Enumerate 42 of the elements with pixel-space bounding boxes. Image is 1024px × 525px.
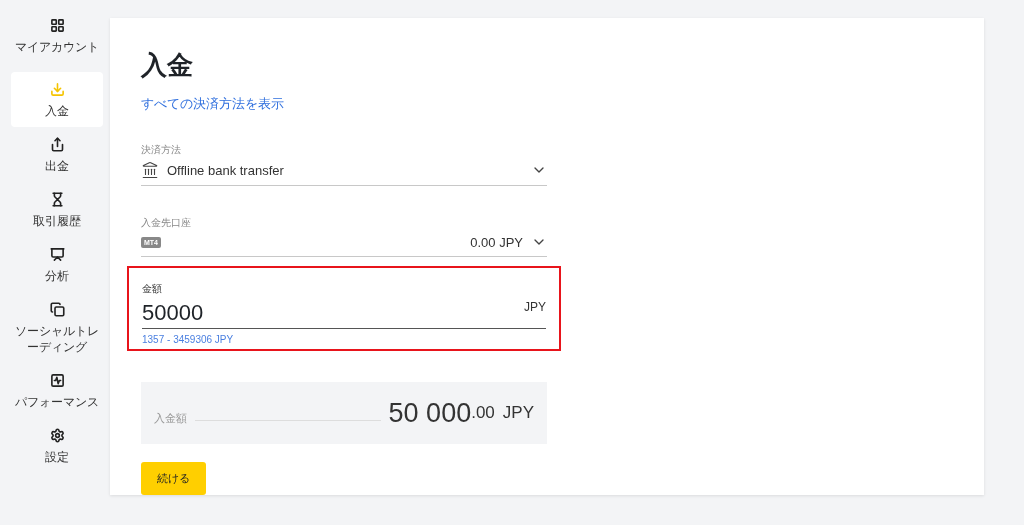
summary-currency: JPY	[502, 403, 534, 423]
field-label: 入金先口座	[141, 216, 192, 230]
field-label: 金額	[142, 282, 163, 296]
sidebar-label: パフォーマンス	[15, 394, 99, 410]
presentation-icon	[49, 247, 65, 262]
sidebar-item[interactable]: 取引履歴	[11, 188, 103, 237]
payment-methods-link[interactable]: すべての決済方法を表示	[141, 95, 284, 113]
copy-icon	[49, 302, 65, 317]
sidebar-item[interactable]: 入金	[11, 72, 103, 127]
sidebar-label: 分析	[45, 268, 69, 284]
sidebar-label: ソーシャルトレーディング	[14, 323, 100, 355]
continue-button[interactable]: 続ける	[141, 462, 206, 495]
sidebar-label: 出金	[45, 158, 69, 174]
amount-range-hint: 1357 - 3459306 JPY	[142, 334, 235, 345]
page-title: 入金	[141, 49, 194, 82]
download-icon	[49, 82, 65, 97]
sidebar-item[interactable]: 出金	[11, 133, 103, 182]
amount-input[interactable]: 50000	[142, 300, 524, 326]
summary-amount: 50 000	[388, 397, 472, 429]
field-label: 決済方法	[141, 143, 182, 157]
sidebar-item[interactable]: 設定	[11, 424, 103, 473]
settings-icon	[49, 428, 65, 443]
summary-decimals: .00	[471, 403, 495, 423]
sidebar-label: 取引履歴	[33, 213, 81, 229]
share-icon	[49, 137, 65, 152]
sidebar-item[interactable]: 分析	[11, 243, 103, 292]
currency-label: JPY	[524, 300, 546, 314]
summary-label: 入金額	[154, 410, 187, 426]
field-value: Offline bank transfer	[167, 162, 285, 178]
activity-icon	[49, 373, 65, 388]
sidebar-item[interactable]: マイアカウント	[11, 14, 103, 63]
sidebar-label: 入金	[45, 103, 69, 119]
sidebar-item[interactable]: ソーシャルトレーディング	[11, 298, 103, 363]
payment-method-select[interactable]: 決済方法 Offline bank transfer	[141, 143, 547, 186]
hourglass-icon	[49, 192, 65, 207]
sidebar-label: マイアカウント	[15, 39, 99, 55]
sidebar-item[interactable]: パフォーマンス	[11, 369, 103, 418]
bank-icon	[141, 161, 159, 179]
sidebar-label: 設定	[45, 449, 69, 465]
grid-icon	[49, 18, 65, 33]
amount-field[interactable]: 50000 JPY	[142, 300, 546, 329]
field-value: 0.00 JPY	[470, 234, 523, 250]
